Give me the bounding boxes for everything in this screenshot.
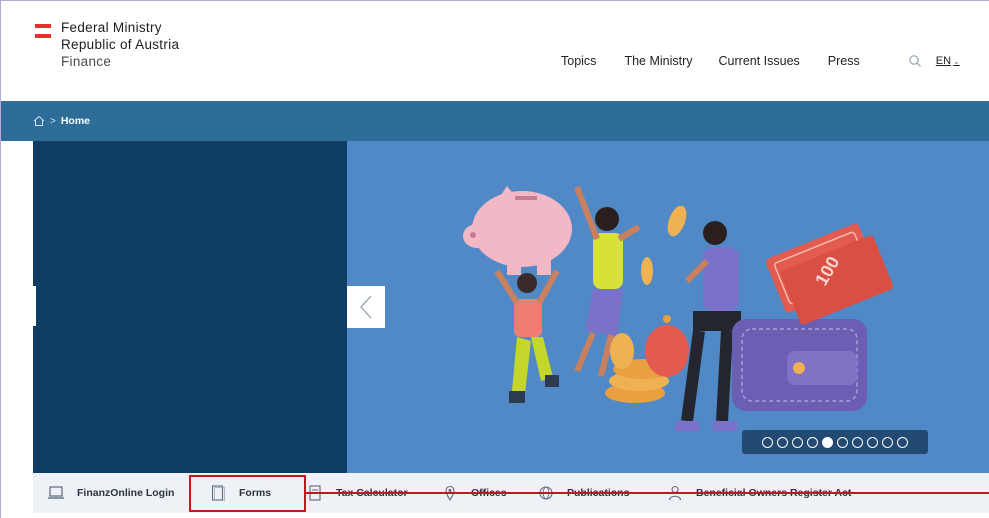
logo-text: Federal Ministry Republic of Austria Fin… <box>61 19 179 70</box>
home-icon[interactable] <box>33 115 45 127</box>
left-edge-marker <box>33 286 36 326</box>
carousel-dot[interactable] <box>792 436 803 448</box>
logo-line-1: Federal Ministry <box>61 20 162 35</box>
nav-current-issues[interactable]: Current Issues <box>719 54 800 68</box>
carousel-dot[interactable] <box>762 436 773 448</box>
austria-flag-icon <box>35 24 51 38</box>
chevron-left-icon <box>360 295 372 319</box>
hero-illustration: 100 <box>347 141 989 473</box>
piggy-bank-icon <box>463 186 572 275</box>
search-icon[interactable] <box>908 54 922 68</box>
laptop-icon <box>47 485 65 501</box>
carousel-dot[interactable] <box>882 436 893 448</box>
forms-highlight-box <box>189 475 306 512</box>
carousel-dot-active[interactable] <box>822 436 833 448</box>
logo-line-2: Republic of Austria <box>61 37 180 52</box>
chevron-down-icon: ⌄ <box>953 56 960 66</box>
breadcrumb-current[interactable]: Home <box>61 115 90 127</box>
carousel-dot[interactable] <box>852 436 863 448</box>
strikethrough-line <box>306 492 989 494</box>
quicklink-finanzonline-login[interactable]: FinanzOnline Login <box>47 473 174 513</box>
carousel-pagination <box>742 430 928 454</box>
carousel-dot[interactable] <box>777 436 788 448</box>
language-label: EN <box>935 55 952 67</box>
hero-carousel: 100 <box>33 141 989 473</box>
breadcrumb-separator: > <box>50 115 56 127</box>
language-selector[interactable]: EN ⌄ <box>936 55 960 67</box>
man-figure <box>675 221 741 431</box>
banknote-icon: 100 <box>765 223 894 325</box>
carousel-prev-button[interactable] <box>347 286 385 328</box>
nav-press[interactable]: Press <box>828 54 860 68</box>
logo-line-3: Finance <box>61 54 112 69</box>
page: Federal Ministry Republic of Austria Fin… <box>0 0 989 518</box>
hero-text-panel <box>33 141 347 473</box>
carousel-dot[interactable] <box>897 436 908 448</box>
savings-illustration: 100 <box>463 185 894 431</box>
carousel-dot[interactable] <box>867 436 878 448</box>
breadcrumb: > Home <box>1 101 989 141</box>
carousel-dot[interactable] <box>837 436 848 448</box>
main-nav: Topics The Ministry Current Issues Press… <box>561 54 960 68</box>
quicklink-label: FinanzOnline Login <box>77 487 175 499</box>
site-header: Federal Ministry Republic of Austria Fin… <box>1 1 989 101</box>
ministry-logo[interactable]: Federal Ministry Republic of Austria Fin… <box>35 19 179 70</box>
nav-the-ministry[interactable]: The Ministry <box>624 54 692 68</box>
coin-purse-icon <box>645 315 689 377</box>
child-figure <box>494 269 560 403</box>
carousel-dot[interactable] <box>807 436 818 448</box>
nav-topics[interactable]: Topics <box>561 54 596 68</box>
wallet-icon <box>732 319 867 411</box>
